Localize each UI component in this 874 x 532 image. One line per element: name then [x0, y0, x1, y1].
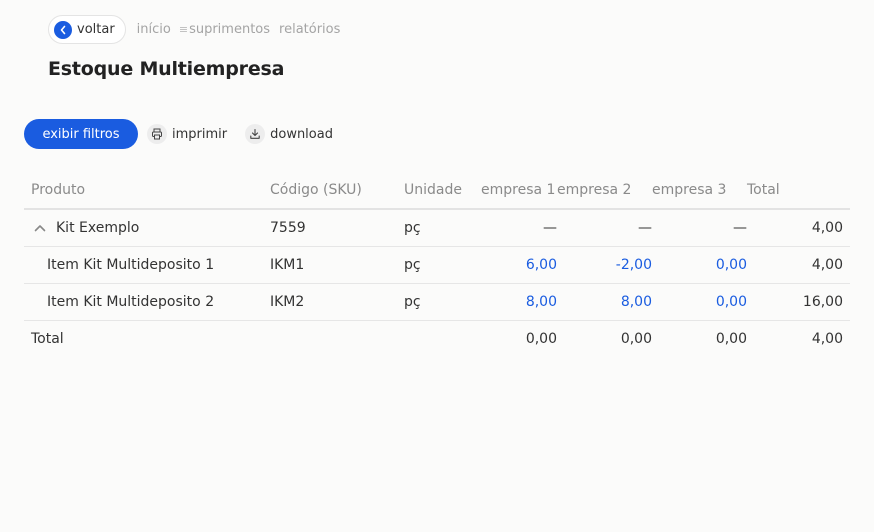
- total-cell: 4,00: [747, 209, 850, 247]
- header-empresa-2[interactable]: empresa 2: [557, 172, 652, 210]
- empresa-2-cell[interactable]: 8,00: [557, 283, 652, 321]
- back-label: voltar: [77, 22, 115, 37]
- breadcrumb-inicio[interactable]: início: [137, 22, 171, 37]
- header-sku[interactable]: Código (SKU): [270, 172, 404, 210]
- grand-total: 4,00: [811, 330, 843, 347]
- table-row[interactable]: Item Kit Multideposito 2 IKM2 pç 8,00 8,…: [24, 283, 850, 321]
- chevron-left-icon: [54, 20, 72, 39]
- product-cell: Kit Exemplo: [24, 209, 270, 247]
- empresa-3-cell[interactable]: 0,00: [652, 246, 747, 284]
- printer-icon: [147, 124, 167, 144]
- sku-cell: [270, 320, 404, 357]
- menu-lines-icon: ≡: [178, 23, 189, 36]
- header-unit[interactable]: Unidade: [404, 172, 481, 210]
- unit-cell: [404, 320, 481, 357]
- unit-cell: pç: [404, 246, 481, 284]
- table-header-row: Produto Código (SKU) Unidade empresa 1 e…: [24, 172, 850, 210]
- empresa-1-cell[interactable]: 8,00: [481, 283, 557, 321]
- empresa-3-total: 0,00: [715, 330, 747, 347]
- header-product[interactable]: Produto: [24, 172, 270, 210]
- breadcrumb: início ≡ suprimentos relatórios: [137, 22, 341, 37]
- breadcrumb-suprimentos[interactable]: suprimentos: [189, 22, 270, 37]
- breadcrumb-relatorios[interactable]: relatórios: [279, 22, 340, 37]
- print-label: imprimir: [172, 126, 228, 142]
- unit-cell: pç: [404, 209, 481, 247]
- show-filters-button[interactable]: exibir filtros: [24, 119, 138, 149]
- header-empresa-1[interactable]: empresa 1: [481, 172, 557, 210]
- table-total-row: Total 0,00 0,00 0,00 4,00: [24, 320, 850, 357]
- empresa-3-cell[interactable]: 0,00: [652, 283, 747, 321]
- empresa-2-cell: —: [557, 209, 652, 247]
- header-total[interactable]: Total: [747, 172, 850, 210]
- table-row-kit[interactable]: Kit Exemplo 7559 pç — — — 4,00: [24, 209, 850, 247]
- sku-cell: IKM2: [270, 283, 404, 321]
- chevron-up-icon[interactable]: [33, 221, 47, 235]
- empresa-1-cell[interactable]: 6,00: [481, 246, 557, 284]
- empresa-3-cell: —: [652, 209, 747, 247]
- total-cell: 4,00: [747, 246, 850, 284]
- top-navigation: voltar início ≡ suprimentos relatórios: [48, 15, 340, 44]
- download-label: download: [270, 126, 333, 142]
- sku-cell: IKM1: [270, 246, 404, 284]
- download-button[interactable]: download: [245, 124, 333, 144]
- empresa-2-total: 0,00: [620, 330, 652, 347]
- kit-product-name: Kit Exemplo: [56, 219, 140, 236]
- header-empresa-3[interactable]: empresa 3: [652, 172, 747, 210]
- product-cell: Item Kit Multideposito 2: [24, 283, 270, 321]
- back-button[interactable]: voltar: [48, 15, 126, 44]
- table-row[interactable]: Item Kit Multideposito 1 IKM1 pç 6,00 -2…: [24, 246, 850, 284]
- total-row-label: Total: [31, 330, 64, 347]
- sku-cell: 7559: [270, 209, 404, 247]
- product-cell: Item Kit Multideposito 1: [24, 246, 270, 284]
- stock-table: Produto Código (SKU) Unidade empresa 1 e…: [24, 172, 850, 357]
- total-cell: 16,00: [747, 283, 850, 321]
- print-button[interactable]: imprimir: [147, 124, 227, 144]
- empresa-2-cell[interactable]: -2,00: [557, 246, 652, 284]
- kit-product-cell: Kit Exemplo: [31, 220, 270, 236]
- unit-cell: pç: [404, 283, 481, 321]
- page-title: Estoque Multiempresa: [48, 58, 285, 80]
- action-bar: exibir filtros imprimir download: [24, 119, 333, 149]
- empresa-1-cell: —: [481, 209, 557, 247]
- empresa-1-total: 0,00: [525, 330, 557, 347]
- download-icon: [245, 124, 266, 144]
